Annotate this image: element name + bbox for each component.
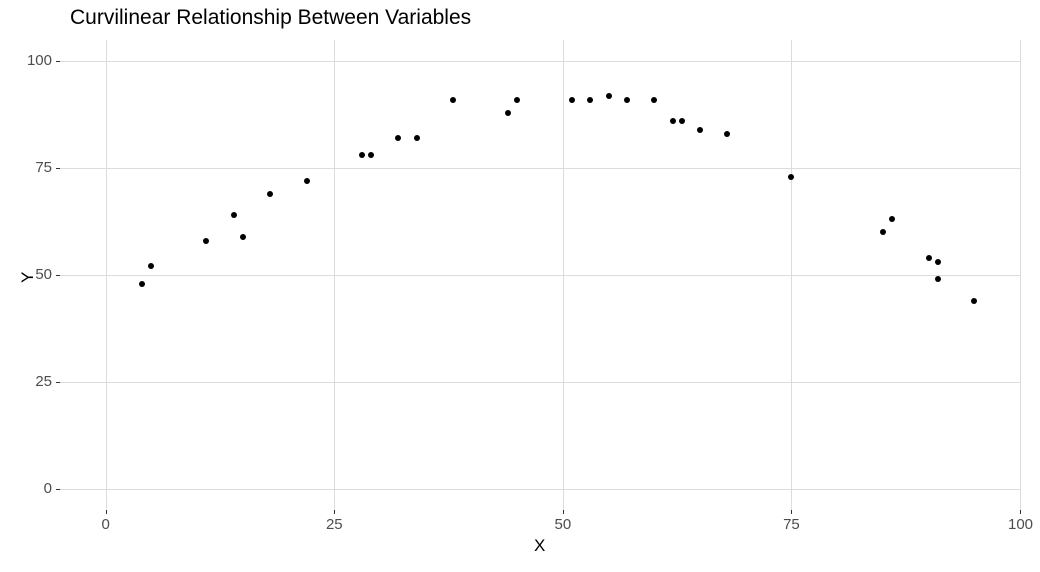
y-tick-label: 75 [35,159,52,176]
data-point [414,135,420,141]
x-tick [1020,510,1021,514]
x-tick-label: 0 [94,516,118,533]
y-tick [56,168,60,169]
x-tick [334,510,335,514]
y-gridline [60,382,1020,383]
x-tick [563,510,564,514]
y-tick-label: 25 [35,373,52,390]
y-tick-label: 50 [35,266,52,283]
y-tick [56,382,60,383]
data-point [670,118,676,124]
data-point [679,118,685,124]
x-gridline [1020,40,1021,510]
y-gridline [60,489,1020,490]
y-tick [56,275,60,276]
data-point [926,255,932,261]
data-point [231,212,237,218]
chart-title: Curvilinear Relationship Between Variabl… [70,6,471,30]
data-point [935,259,941,265]
data-point [624,97,630,103]
y-tick [56,489,60,490]
x-tick-label: 75 [779,516,803,533]
y-gridline [60,168,1020,169]
y-tick-label: 0 [44,480,52,497]
x-tick-label: 50 [551,516,575,533]
data-point [569,97,575,103]
x-tick [106,510,107,514]
y-gridline [60,61,1020,62]
y-tick [56,61,60,62]
data-point [606,93,612,99]
chart-container: Curvilinear Relationship Between Variabl… [0,0,1040,572]
data-point [514,97,520,103]
y-gridline [60,275,1020,276]
x-tick [791,510,792,514]
y-tick-label: 100 [27,52,52,69]
x-tick-label: 25 [322,516,346,533]
data-point [697,127,703,133]
data-point [935,276,941,282]
data-point [304,178,310,184]
data-point [240,234,246,240]
data-point [139,281,145,287]
data-point [971,298,977,304]
data-point [505,110,511,116]
x-axis-title: X [534,536,545,556]
x-tick-label: 100 [1008,516,1032,533]
data-point [450,97,456,103]
